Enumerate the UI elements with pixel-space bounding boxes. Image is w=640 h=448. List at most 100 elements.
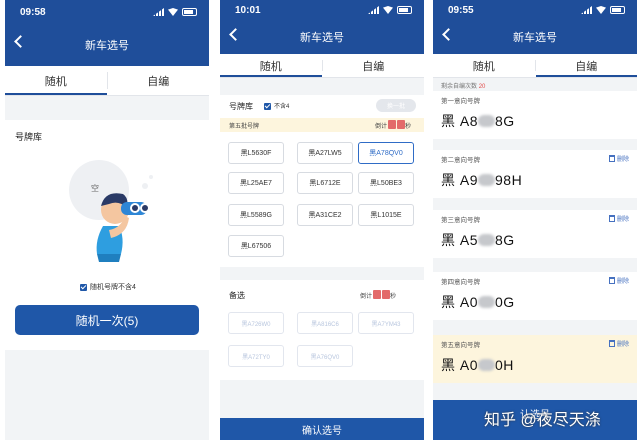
plate-suffix: 0G [495,294,515,310]
screen-custom: 09:55 新车选号 随机 自编 剩余自编次数 20 第一意向号牌黑 A8 8G 第… [433,0,637,440]
checkbox-label: 随机号牌不含4 [90,284,136,291]
random-once-button[interactable]: 随机一次(5) [15,305,199,335]
countdown-prefix: 倒计 [360,294,373,300]
intent-plate-number[interactable]: 黑 A0 0H [441,355,514,375]
reserve-plate-option[interactable]: 黑A816C6 [297,312,353,334]
screen-random: 09:58 新车选号 随机 自编 号牌库 空 随机号牌不含4 随机一次(5) [5,0,209,440]
trash-icon [608,155,615,162]
intent-plate-number[interactable]: 黑 A9 98H [441,170,522,190]
status-time: 09:58 [20,6,46,18]
empty-illustration [69,160,153,262]
plate-option[interactable]: 黑L1015E [358,204,414,226]
status-bar: 09:58 [5,0,209,24]
blurred-digits [478,234,496,246]
signal-icon [581,6,592,14]
plate-prefix: 黑 A8 [441,113,479,129]
intent-plate-number[interactable]: 黑 A8 8G [441,111,515,131]
filter-label: 不含4 [274,104,290,110]
tab-bar: 随机 自编 [5,66,209,96]
status-bar: 10:01 [220,0,424,20]
countdown-digits [388,120,397,129]
intent-plate-card: 第三意向号牌黑 A5 8G 删除 [433,210,637,258]
countdown-suffix: 秒 [390,294,397,300]
countdown-digits [373,290,382,299]
signal-icon [368,6,379,14]
plate-option[interactable]: 黑L50BE3 [358,172,414,194]
wifi-icon [168,8,178,16]
delete-label: 删除 [616,279,629,285]
watermark: 知乎 @夜尽天涤 [484,412,601,429]
tab-custom[interactable]: 自编 [535,54,638,77]
back-icon[interactable] [229,28,242,41]
status-time: 10:01 [235,4,261,16]
delete-label: 删除 [616,342,629,348]
wifi-icon [383,6,393,14]
batch-label: 第五批号牌 [229,124,260,130]
no4-filter[interactable]: 不含4 [264,101,289,110]
tab-custom[interactable]: 自编 [323,54,425,77]
delete-button[interactable]: 删除 [608,214,629,223]
plate-prefix: 黑 A0 [441,294,479,310]
plate-suffix: 8G [495,113,515,129]
header: 09:55 新车选号 [433,0,637,54]
reserve-plate-option[interactable]: 黑A76QV0 [297,345,353,367]
page-title: 新车选号 [300,32,344,44]
delete-button[interactable]: 删除 [608,154,629,163]
page-title: 新车选号 [513,32,557,44]
refresh-button[interactable]: 换一批 [376,99,416,112]
tab-random[interactable]: 随机 [433,54,535,77]
reserve-title: 备选 [229,291,245,300]
delete-button[interactable]: 删除 [608,339,629,348]
countdown-digits [397,120,406,129]
intent-label: 第二意向号牌 [441,157,480,164]
delete-label: 删除 [616,217,629,223]
intent-plate-number[interactable]: 黑 A5 8G [441,230,515,250]
reserve-countdown: 倒计 秒 [360,290,396,300]
remaining-count: 剩余自编次数 20 [441,81,485,90]
tab-random[interactable]: 随机 [5,66,107,95]
plate-option[interactable]: 黑A31CE2 [297,204,353,226]
confirm-button[interactable]: 确认选号 [220,418,424,440]
trash-icon [608,340,615,347]
tab-custom[interactable]: 自编 [108,66,210,95]
countdown: 倒计 秒 [375,120,411,130]
blurred-digits [478,115,496,127]
plate-option[interactable]: 黑L25AE7 [228,172,284,194]
battery-icon [182,8,197,16]
intent-plate-number[interactable]: 黑 A0 0G [441,292,515,312]
checkbox-icon [80,283,87,291]
signal-icon [153,8,164,16]
plate-suffix: 98H [495,172,523,188]
plate-option[interactable]: 黑A78QV0 [358,142,414,164]
header: 10:01 新车选号 [220,0,424,54]
plate-option[interactable]: 黑L6712E [297,172,353,194]
countdown-suffix: 秒 [405,124,412,130]
reserve-plate-option[interactable]: 黑A7YM43 [358,312,414,334]
tab-random[interactable]: 随机 [220,54,322,77]
intent-plate-card: 第二意向号牌黑 A9 98H 删除 [433,150,637,198]
battery-icon [610,6,625,14]
wifi-icon [596,6,606,14]
remaining-value: 20 [478,84,486,90]
header: 09:58 新车选号 [5,0,209,66]
delete-label: 删除 [616,157,629,163]
plate-suffix: 0H [495,357,514,373]
trash-icon [608,215,615,222]
back-icon[interactable] [14,35,27,48]
screen-plate-pool: 10:01 新车选号 随机 自编 号牌库 不含4 换一批 第五批号牌 倒计秒 黑… [220,0,424,440]
plate-option[interactable]: 黑L67506 [228,235,284,257]
checkbox-icon [264,102,271,110]
intent-plate-card: 第五意向号牌黑 A0 0H 删除 [433,335,637,383]
reserve-plate-option[interactable]: 黑A726W0 [228,312,284,334]
delete-button[interactable]: 删除 [608,276,629,285]
plate-option[interactable]: 黑L5630F [228,142,284,164]
plate-option[interactable]: 黑A27LW5 [297,142,353,164]
plate-suffix: 8G [495,232,515,248]
no4-checkbox[interactable]: 随机号牌不含4 [80,282,136,292]
back-icon[interactable] [442,28,455,41]
countdown-digits [382,290,391,299]
plate-option[interactable]: 黑L5589G [228,204,284,226]
reserve-plate-option[interactable]: 黑A72TY0 [228,345,284,367]
blurred-digits [478,359,496,371]
battery-icon [397,6,412,14]
